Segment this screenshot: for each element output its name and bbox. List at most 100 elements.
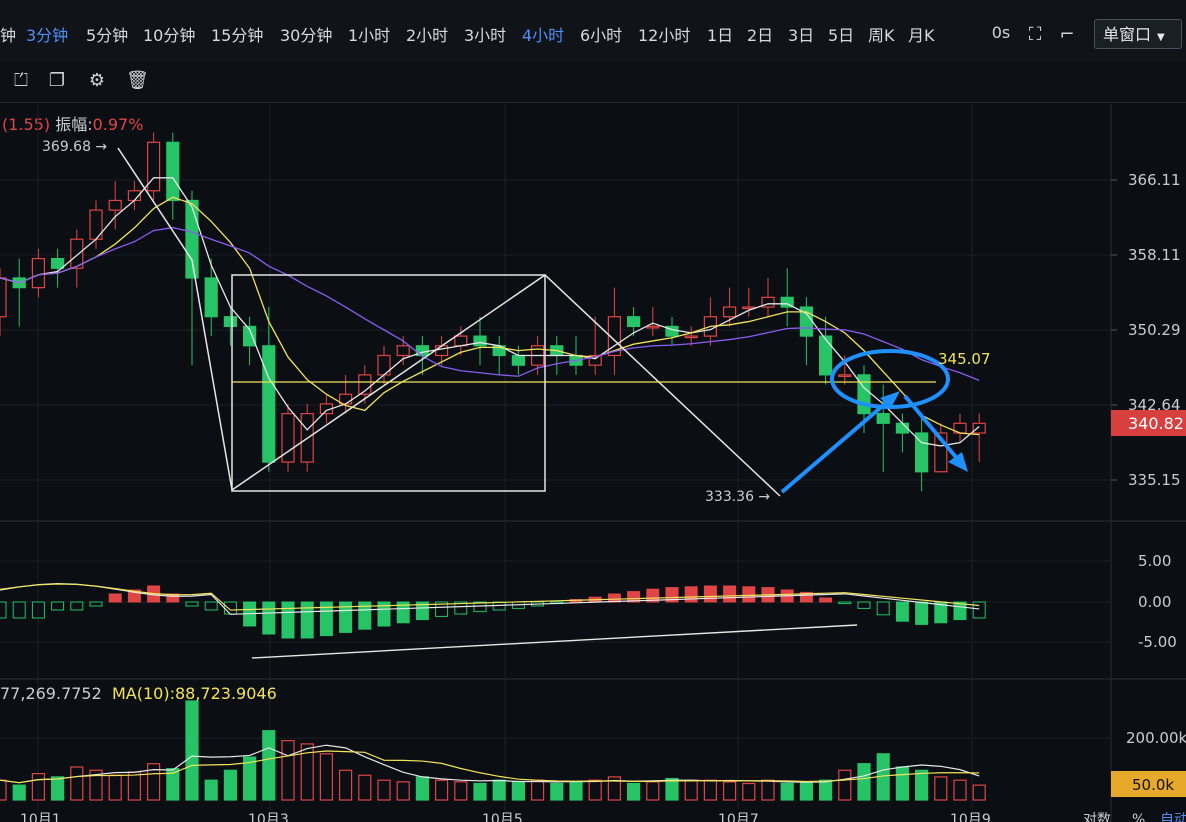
ma-purple-line: [0, 226, 980, 382]
macd-bar: [89, 601, 103, 607]
timeframe-13[interactable]: 2日: [747, 22, 773, 46]
macd-bar: [454, 601, 468, 615]
timeframe-0[interactable]: 钟: [0, 22, 16, 46]
candles: [0, 132, 986, 492]
volume-bar: [511, 781, 526, 801]
macd-bar: [12, 601, 26, 619]
volume-bar: [799, 781, 814, 801]
volume-current-box: [1111, 771, 1186, 797]
candle-body: [703, 316, 718, 337]
candle-body: [550, 345, 564, 357]
timeframe-14[interactable]: 3日: [788, 22, 814, 46]
candle-body: [857, 374, 871, 415]
volume-bar: [857, 763, 871, 801]
volume-y-label: 200.00k: [1126, 729, 1186, 747]
volume-bar: [569, 781, 583, 801]
macd-y-label: -5.00: [1138, 633, 1177, 651]
timeframe-16[interactable]: 周K: [868, 22, 895, 46]
volume-bar: [50, 776, 65, 801]
macd-bar: [281, 601, 295, 639]
volume-current-label: 50.0k: [1132, 776, 1174, 794]
timeframe-3[interactable]: 10分钟: [143, 22, 195, 46]
macd-bar: [646, 588, 660, 603]
macd-bar: [550, 601, 564, 605]
volume-bar: [204, 779, 218, 801]
lock-icon[interactable]: ⏍: [10, 70, 32, 92]
macd-bar: [396, 601, 410, 624]
candle-body: [914, 432, 929, 473]
macd-bar: [607, 593, 621, 603]
trash-icon[interactable]: 🗑: [126, 70, 149, 92]
volume-bar: [914, 769, 929, 801]
date-label: 10月5: [482, 812, 523, 822]
volume-ma5-line: [0, 744, 980, 784]
fullscreen-icon[interactable]: ⛶: [1024, 24, 1046, 46]
timeframe-2[interactable]: 5分钟: [86, 22, 128, 46]
volume-panel: [0, 700, 986, 801]
timeframe-5[interactable]: 30分钟: [280, 22, 332, 46]
candle-body: [262, 345, 276, 463]
timeframe-8[interactable]: 3小时: [464, 22, 506, 46]
candle-body: [588, 354, 602, 366]
macd-bar: [262, 601, 276, 635]
macd-bar: [934, 601, 948, 624]
candle-body: [243, 325, 257, 347]
volume-bar: [473, 782, 487, 801]
countdown: 0s: [991, 23, 1011, 42]
candle-body: [473, 335, 487, 347]
macd-bar: [742, 586, 756, 603]
macd-dea-line: [0, 583, 980, 611]
timeframe-11[interactable]: 12小时: [638, 22, 690, 46]
window-mode-select[interactable]: 单窗口 ▼: [1094, 19, 1182, 49]
candle-body: [415, 345, 429, 357]
timeframe-4[interactable]: 15分钟: [211, 22, 263, 46]
macd-bar: [588, 596, 602, 603]
macd-trendline: [251, 624, 858, 659]
candle-body: [607, 316, 622, 357]
macd-bar: [300, 601, 314, 639]
candle-body: [626, 316, 641, 328]
volume-bar: [454, 781, 468, 801]
macd-bar: [243, 601, 257, 627]
footer-option: %: [1132, 812, 1145, 822]
volume-bar: [953, 779, 967, 801]
macd-bar: [415, 601, 429, 621]
candle-body: [166, 141, 180, 202]
timeframe-9[interactable]: 4小时: [522, 22, 564, 46]
drawings: [117, 147, 968, 497]
screenshot-icon[interactable]: ⌐: [1056, 24, 1078, 46]
candle-body: [319, 403, 333, 415]
volume-bar: [895, 766, 910, 801]
volume-bar: [396, 781, 410, 801]
settings-icon[interactable]: ⚙: [86, 70, 108, 92]
candle-body: [12, 277, 26, 289]
macd-bar: [665, 587, 679, 603]
timeframe-7[interactable]: 2小时: [406, 22, 448, 46]
candle-body: [300, 413, 314, 463]
candle-body: [396, 345, 410, 357]
macd-bar: [819, 597, 833, 603]
timeframe-15[interactable]: 5日: [828, 22, 854, 46]
candle-body: [454, 335, 468, 347]
candle-body: [339, 393, 353, 405]
macd-bar: [492, 601, 506, 611]
macd-bar: [70, 601, 84, 611]
ma-yellow-line: [0, 196, 980, 436]
volume-bar: [377, 779, 391, 801]
macd-bar: [435, 601, 449, 617]
volume-bar: [530, 779, 545, 801]
volume-bar: [607, 776, 622, 801]
timeframe-1[interactable]: 3分钟: [26, 22, 68, 46]
macd-bar: [895, 601, 909, 622]
timeframe-17[interactable]: 月K: [908, 22, 935, 46]
copy-icon[interactable]: ❐: [46, 70, 68, 92]
timeframe-12[interactable]: 1日: [707, 22, 733, 46]
macd-bar: [204, 601, 218, 611]
timeframe-10[interactable]: 6小时: [580, 22, 622, 46]
candle-body: [204, 277, 218, 318]
candle-body: [435, 345, 449, 357]
volume-bar: [415, 776, 429, 801]
date-label: 10月3: [248, 812, 289, 822]
timeframe-6[interactable]: 1小时: [348, 22, 390, 46]
date-label: 10月7: [718, 812, 759, 822]
